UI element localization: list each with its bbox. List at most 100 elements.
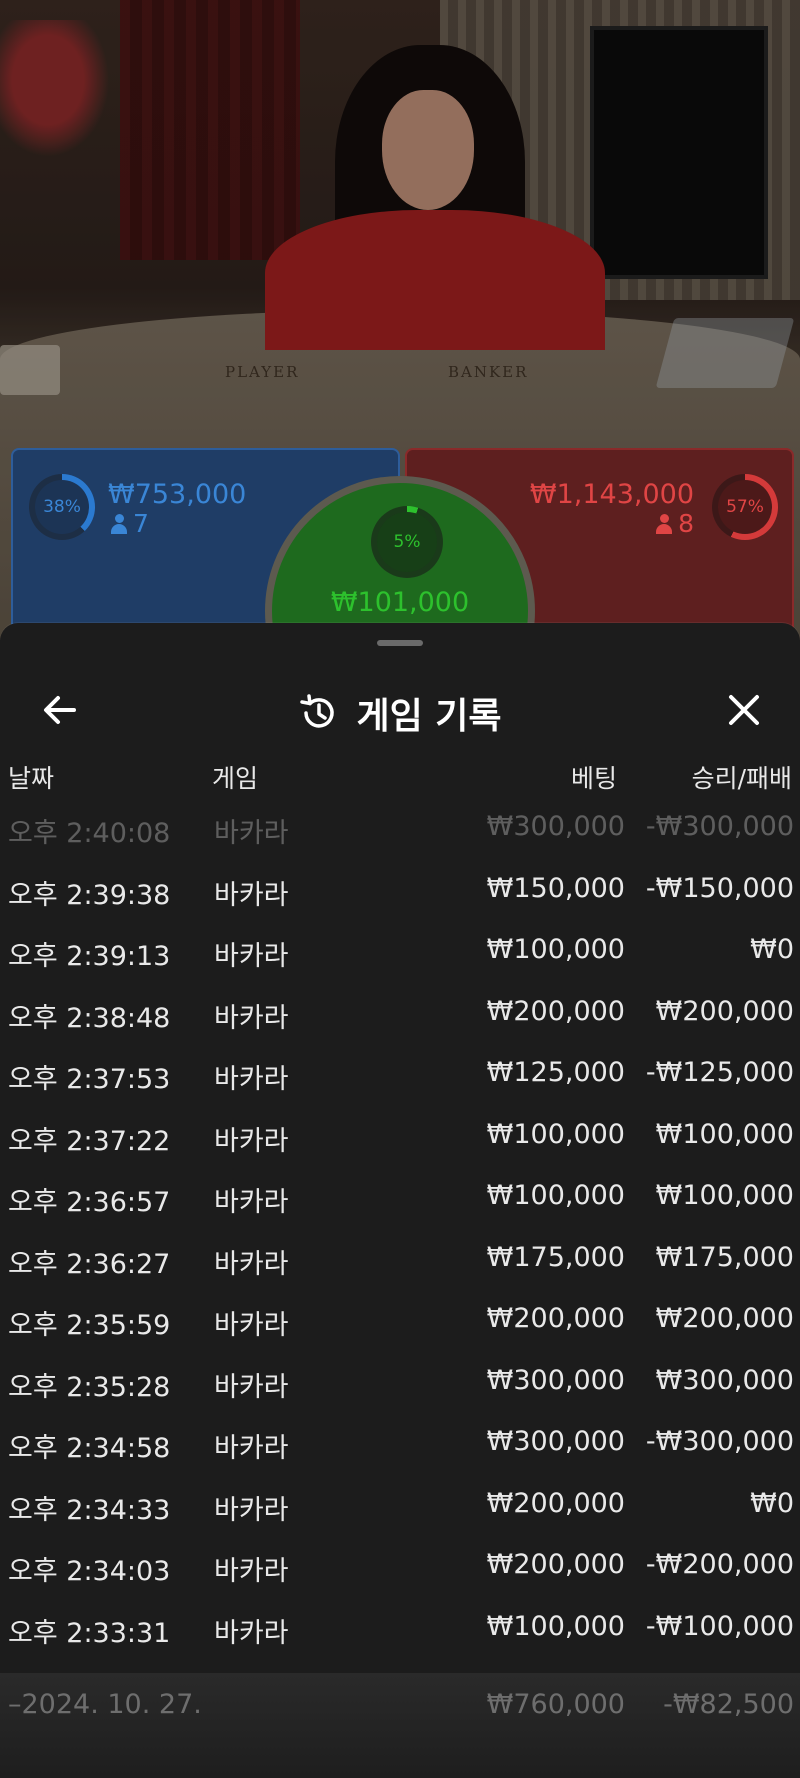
row-time: 오후 2:40:08 (8, 818, 171, 849)
player-count-value: 7 (133, 509, 149, 538)
player-total-bet: ₩753,000 (108, 479, 247, 510)
row-time: 오후 2:34:33 (8, 1494, 171, 1526)
row-game: 바카라 (214, 879, 289, 911)
row-bet: ₩100,000 (486, 1180, 625, 1211)
row-game: 바카라 (214, 1433, 289, 1464)
row-game: 바카라 (214, 1064, 289, 1095)
history-icon (300, 694, 335, 728)
row-game: 바카라 (214, 941, 289, 972)
table-row[interactable]: 오후 2:33:31 바카라 ₩100,000 -₩100,000 (0, 1597, 800, 1659)
row-result: ₩0 (750, 1487, 794, 1519)
table-row[interactable]: 오후 2:35:28 바카라 ₩300,000 ₩300,000 (0, 1351, 800, 1413)
row-result: ₩200,000 (655, 1303, 794, 1334)
row-game: 바카라 (214, 1248, 289, 1280)
tie-percent: 5% (393, 532, 421, 552)
summary-date: –2024. 10. 27. (8, 1689, 202, 1720)
row-game: 바카라 (214, 1125, 289, 1157)
banker-total-bet: ₩1,143,000 (529, 479, 694, 510)
daily-summary-row[interactable]: –2024. 10. 27. ₩760,000 -₩82,500 (0, 1673, 800, 1778)
drag-handle[interactable] (377, 640, 423, 646)
row-game: 바카라 (214, 818, 289, 849)
column-header-date: 날짜 (8, 764, 55, 793)
tie-total-bet: ₩101,000 (330, 587, 470, 618)
history-list: 오후 2:40:08 바카라 ₩300,000 -₩300,000 오후 2:3… (0, 797, 800, 1658)
person-icon (656, 514, 673, 534)
banker-bettor-count: 8 (656, 510, 694, 538)
row-bet: ₩200,000 (486, 995, 625, 1027)
row-time: 오후 2:39:13 (8, 941, 171, 972)
row-bet: ₩300,000 (486, 1426, 625, 1457)
row-bet: ₩100,000 (486, 1610, 625, 1642)
table-row[interactable]: 오후 2:34:58 바카라 ₩300,000 -₩300,000 (0, 1412, 800, 1474)
table-row[interactable]: 오후 2:39:38 바카라 ₩150,000 -₩150,000 (0, 859, 800, 921)
row-game: 바카라 (214, 1002, 289, 1034)
row-time: 오후 2:35:28 (8, 1371, 171, 1403)
row-game: 바카라 (214, 1617, 289, 1649)
player-bettor-count: 7 (111, 510, 149, 538)
row-bet: ₩100,000 (486, 934, 625, 965)
row-game: 바카라 (214, 1187, 289, 1218)
column-header-game: 게임 (212, 764, 259, 793)
row-result: -₩100,000 (645, 1610, 794, 1642)
table-row[interactable]: 오후 2:37:53 바카라 ₩125,000 -₩125,000 (0, 1043, 800, 1105)
row-time: 오후 2:37:53 (8, 1064, 171, 1095)
table-row[interactable]: 오후 2:35:59 바카라 ₩200,000 ₩200,000 (0, 1289, 800, 1351)
table-row[interactable]: 오후 2:36:27 바카라 ₩175,000 ₩175,000 (0, 1228, 800, 1290)
row-result: ₩100,000 (655, 1118, 794, 1150)
row-result: ₩200,000 (655, 995, 794, 1027)
row-time: 오후 2:34:03 (8, 1556, 171, 1587)
close-icon (729, 695, 759, 725)
table-row[interactable]: 오후 2:34:33 바카라 ₩200,000 ₩0 (0, 1474, 800, 1536)
banker-percent-ring: 57% (712, 474, 778, 540)
banker-count-value: 8 (678, 509, 694, 538)
row-bet: ₩100,000 (486, 1118, 625, 1150)
column-header-result: 승리/패배 (691, 764, 792, 793)
sheet-title-group: 게임 기록 (0, 687, 800, 739)
row-time: 오후 2:36:57 (8, 1187, 171, 1218)
row-time: 오후 2:36:27 (8, 1248, 171, 1280)
row-result: ₩300,000 (655, 1364, 794, 1396)
row-bet: ₩125,000 (486, 1057, 625, 1088)
sheet-header: 게임 기록 (0, 663, 800, 763)
row-game: 바카라 (214, 1310, 289, 1341)
row-bet: ₩175,000 (486, 1241, 625, 1273)
row-time: 오후 2:35:59 (8, 1310, 171, 1341)
row-result: -₩300,000 (645, 811, 794, 842)
row-bet: ₩200,000 (486, 1303, 625, 1334)
row-time: 오후 2:34:58 (8, 1433, 171, 1464)
player-percent: 38% (43, 497, 81, 517)
row-bet: ₩200,000 (486, 1487, 625, 1519)
row-bet: ₩200,000 (486, 1549, 625, 1580)
summary-bet-total: ₩760,000 (486, 1689, 625, 1720)
tie-percent-ring: 5% (371, 506, 443, 578)
row-bet: ₩300,000 (486, 1364, 625, 1396)
row-time: 오후 2:39:38 (8, 879, 171, 911)
player-percent-ring: 38% (29, 474, 95, 540)
table-row[interactable]: 오후 2:39:13 바카라 ₩100,000 ₩0 (0, 920, 800, 982)
row-time: 오후 2:38:48 (8, 1002, 171, 1034)
table-row[interactable]: 오후 2:40:08 바카라 ₩300,000 -₩300,000 (0, 797, 800, 859)
row-result: -₩300,000 (645, 1426, 794, 1457)
table-row[interactable]: 오후 2:37:22 바카라 ₩100,000 ₩100,000 (0, 1105, 800, 1167)
row-result: -₩200,000 (645, 1549, 794, 1580)
row-result: -₩125,000 (645, 1057, 794, 1088)
table-row[interactable]: 오후 2:36:57 바카라 ₩100,000 ₩100,000 (0, 1166, 800, 1228)
game-history-sheet: 게임 기록 날짜 게임 베팅 승리/패배 오후 2:40:08 바카라 ₩300… (0, 623, 800, 1778)
row-result: -₩150,000 (645, 872, 794, 904)
person-icon (111, 514, 127, 534)
column-header-bet: 베팅 (570, 764, 617, 793)
row-game: 바카라 (214, 1494, 289, 1526)
row-bet: ₩150,000 (486, 872, 625, 904)
table-row[interactable]: 오후 2:34:03 바카라 ₩200,000 -₩200,000 (0, 1535, 800, 1597)
close-button[interactable] (716, 685, 772, 735)
table-row[interactable]: 오후 2:38:48 바카라 ₩200,000 ₩200,000 (0, 982, 800, 1044)
row-result: ₩175,000 (655, 1241, 794, 1273)
row-bet: ₩300,000 (486, 811, 625, 842)
row-game: 바카라 (214, 1371, 289, 1403)
row-time: 오후 2:37:22 (8, 1125, 171, 1157)
row-game: 바카라 (214, 1556, 289, 1587)
row-time: 오후 2:33:31 (8, 1617, 171, 1649)
row-result: ₩100,000 (655, 1180, 794, 1211)
row-result: ₩0 (750, 934, 794, 965)
summary-result-total: -₩82,500 (663, 1689, 794, 1720)
